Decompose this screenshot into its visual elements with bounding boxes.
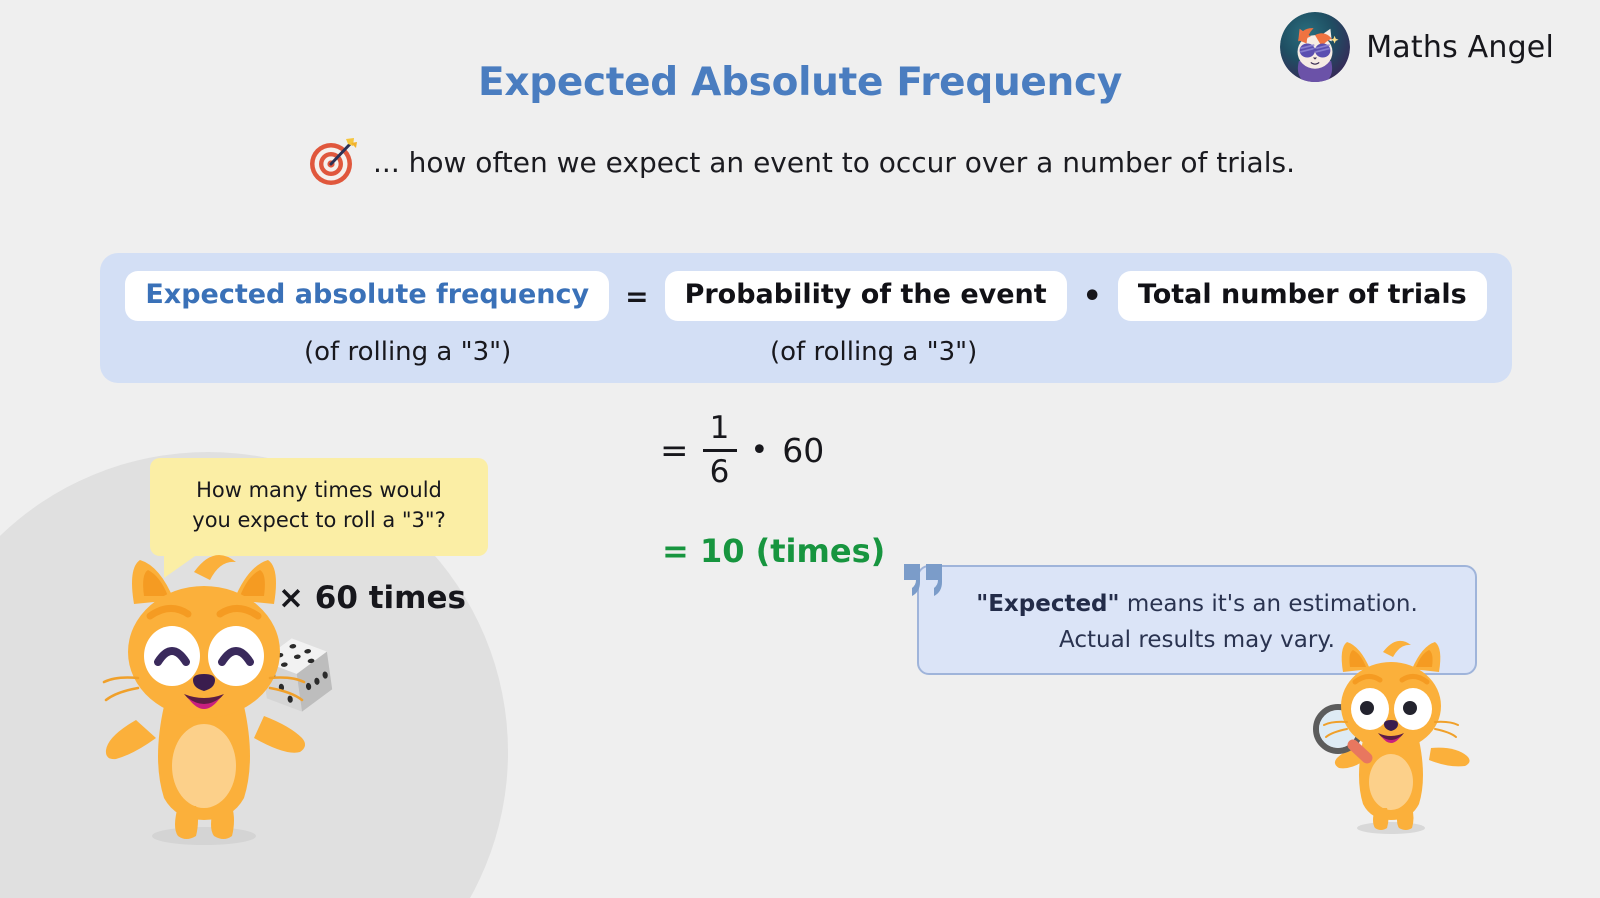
- subtitle-text: ... how often we expect an event to occu…: [373, 145, 1295, 179]
- formula-term-total-trials: Total number of trials: [1117, 271, 1487, 322]
- dartboard-target-icon: [305, 134, 361, 190]
- question-speech-bubble: How many times would you expect to roll …: [150, 458, 488, 578]
- cat-with-magnifier-illustration: [1305, 636, 1480, 836]
- fraction-bar: [702, 449, 737, 453]
- formula-row: Expected absolute frequency = Probabilit…: [100, 271, 1512, 322]
- page-title: Expected Absolute Frequency: [478, 60, 1122, 105]
- calculation-multiply-dot: •: [750, 432, 769, 468]
- slide-canvas: Maths Angel Expected Absolute Frequency …: [0, 0, 1600, 898]
- fraction-numerator: 1: [709, 410, 730, 446]
- formula-multiply-sign: •: [1082, 278, 1102, 314]
- fraction-one-sixth: 1 6: [702, 410, 737, 491]
- formula-sublabel-right: (of rolling a "3"): [770, 337, 978, 367]
- calculation-equals-sign: =: [660, 430, 689, 471]
- calculation-result: = 10 (times): [662, 532, 886, 570]
- formula-term-expected-absolute-frequency: Expected absolute frequency: [125, 271, 610, 322]
- question-bubble-line-1: How many times would: [196, 478, 442, 502]
- quotation-mark-icon: [900, 560, 946, 600]
- note-line-2: Actual results may vary.: [1059, 626, 1335, 653]
- formula-equals-sign: =: [625, 279, 649, 313]
- note-bold-term: "Expected": [976, 591, 1120, 617]
- calculation-trials-value: 60: [782, 431, 825, 471]
- formula-panel: Expected absolute frequency = Probabilit…: [100, 253, 1512, 383]
- calculation-line: = 1 6 • 60: [660, 410, 825, 491]
- formula-term-probability: Probability of the event: [664, 271, 1067, 322]
- cat-with-dice-illustration: [76, 548, 346, 848]
- fraction-denominator: 6: [709, 454, 730, 491]
- formula-sublabel-left: (of rolling a "3"): [304, 337, 512, 367]
- subtitle-row: ... how often we expect an event to occu…: [0, 134, 1600, 190]
- note-rest-line-1: means it's an estimation.: [1119, 591, 1418, 617]
- formula-sublabels: (of rolling a "3") (of rolling a "3"): [100, 337, 1512, 371]
- question-bubble-line-2: you expect to roll a "3"?: [192, 507, 446, 532]
